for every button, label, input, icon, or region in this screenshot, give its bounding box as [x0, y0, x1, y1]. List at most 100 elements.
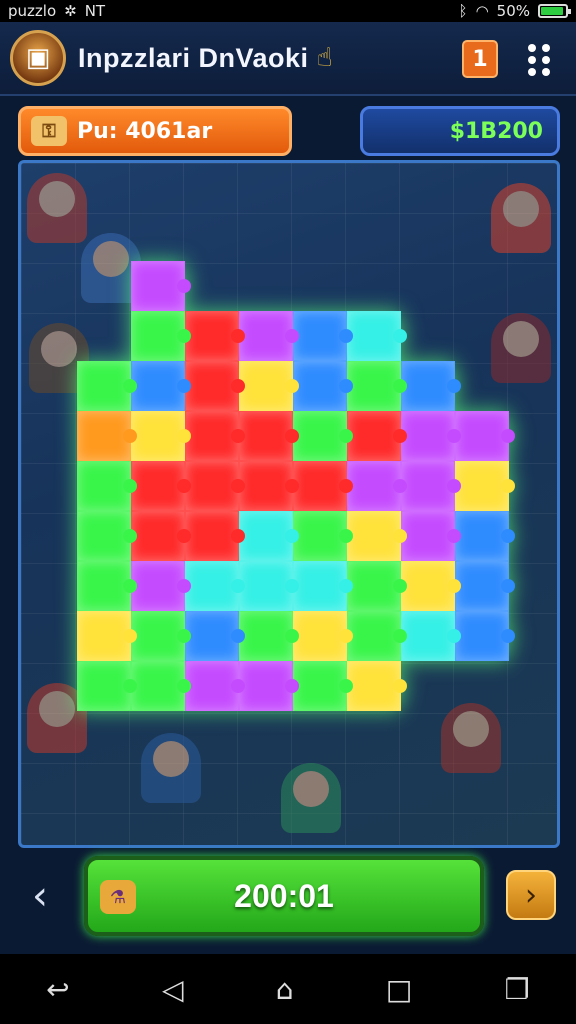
puzzle-piece[interactable] — [185, 561, 245, 611]
puzzle-piece[interactable] — [185, 461, 245, 511]
recents-icon[interactable]: □ — [386, 973, 412, 1006]
puzzle-piece[interactable] — [347, 661, 407, 711]
puzzle-piece[interactable] — [185, 511, 245, 561]
puzzle-piece[interactable] — [185, 361, 245, 411]
puzzle-piece[interactable] — [239, 461, 299, 511]
puzzle-piece[interactable] — [347, 361, 407, 411]
puzzle-grid[interactable] — [77, 261, 515, 711]
empty-slot — [401, 311, 455, 361]
puzzle-piece[interactable] — [293, 661, 353, 711]
background-character — [141, 733, 201, 803]
back-triangle-icon[interactable]: ◁ — [162, 973, 184, 1006]
chevron-right-icon[interactable]: › — [506, 870, 556, 920]
puzzle-piece[interactable] — [239, 661, 299, 711]
puzzle-piece[interactable] — [401, 511, 461, 561]
puzzle-piece[interactable] — [239, 611, 299, 661]
empty-slot — [77, 261, 131, 311]
score-panel: ⚿ Pu: 4061ar — [18, 106, 292, 156]
puzzle-piece[interactable] — [131, 461, 191, 511]
puzzle-piece[interactable] — [131, 561, 191, 611]
background-character — [281, 763, 341, 833]
multi-window-icon[interactable]: ❐ — [505, 973, 530, 1006]
status-bar: puzzlo ✲ NT ᛒ ◠ 50% — [0, 0, 576, 22]
empty-slot — [401, 261, 455, 311]
puzzle-piece[interactable] — [347, 511, 407, 561]
key-icon: ⚿ — [31, 116, 67, 146]
puzzle-piece[interactable] — [347, 561, 407, 611]
puzzle-piece[interactable] — [293, 361, 353, 411]
puzzle-piece[interactable] — [455, 561, 515, 611]
puzzle-piece[interactable] — [77, 511, 137, 561]
puzzle-piece[interactable] — [455, 611, 515, 661]
puzzle-piece[interactable] — [131, 261, 191, 311]
pointing-hand-icon: ☝ — [316, 43, 333, 73]
puzzle-piece[interactable] — [239, 361, 299, 411]
puzzle-piece[interactable] — [239, 561, 299, 611]
background-character — [27, 173, 87, 243]
empty-slot — [455, 311, 509, 361]
puzzle-piece[interactable] — [77, 611, 137, 661]
puzzle-piece[interactable] — [401, 611, 461, 661]
puzzle-piece[interactable] — [77, 561, 137, 611]
treasure-chest-icon[interactable]: ▣ — [10, 30, 66, 86]
notification-icon: ✲ — [64, 2, 77, 20]
home-icon[interactable]: ⌂ — [276, 973, 294, 1006]
chevron-left-icon[interactable]: ‹ — [20, 870, 60, 922]
puzzle-piece[interactable] — [131, 611, 191, 661]
puzzle-piece[interactable] — [455, 511, 515, 561]
background-character — [441, 703, 501, 773]
battery-icon — [538, 4, 571, 18]
puzzle-piece[interactable] — [185, 611, 245, 661]
puzzle-board[interactable] — [18, 160, 560, 848]
puzzle-piece[interactable] — [401, 411, 461, 461]
puzzle-piece[interactable] — [185, 411, 245, 461]
puzzle-piece[interactable] — [293, 511, 353, 561]
status-extra-text: NT — [84, 2, 106, 20]
puzzle-piece[interactable] — [347, 411, 407, 461]
puzzle-piece[interactable] — [401, 361, 461, 411]
puzzle-piece[interactable] — [401, 461, 461, 511]
potion-icon: ⚗ — [100, 880, 136, 914]
empty-slot — [347, 261, 401, 311]
back-icon[interactable]: ↩ — [46, 973, 69, 1006]
puzzle-piece[interactable] — [131, 311, 191, 361]
puzzle-piece[interactable] — [347, 611, 407, 661]
empty-slot — [77, 311, 131, 361]
puzzle-piece[interactable] — [347, 311, 407, 361]
coins-panel: $1B200 — [360, 106, 560, 156]
menu-dots-icon[interactable] — [528, 44, 552, 76]
puzzle-piece[interactable] — [131, 661, 191, 711]
calendar-icon[interactable]: 1 — [462, 40, 498, 78]
puzzle-piece[interactable] — [239, 511, 299, 561]
system-nav-bar: ↩ ◁ ⌂ □ ❐ — [0, 954, 576, 1024]
score-label: Pu: 4061ar — [77, 118, 213, 144]
puzzle-piece[interactable] — [131, 411, 191, 461]
puzzle-piece[interactable] — [185, 661, 245, 711]
empty-slot — [293, 261, 347, 311]
puzzle-piece[interactable] — [185, 311, 245, 361]
puzzle-piece[interactable] — [455, 461, 515, 511]
puzzle-piece[interactable] — [293, 411, 353, 461]
timer-panel: ⚗ 200:01 — [84, 856, 484, 936]
puzzle-piece[interactable] — [293, 461, 353, 511]
puzzle-piece[interactable] — [77, 661, 137, 711]
puzzle-piece[interactable] — [239, 411, 299, 461]
bluetooth-icon: ᛒ — [458, 2, 468, 20]
puzzle-piece[interactable] — [77, 461, 137, 511]
puzzle-piece[interactable] — [293, 561, 353, 611]
empty-slot — [401, 661, 455, 711]
puzzle-piece[interactable] — [77, 411, 137, 461]
battery-text: 50% — [496, 2, 530, 20]
puzzle-piece[interactable] — [239, 311, 299, 361]
puzzle-piece[interactable] — [347, 461, 407, 511]
puzzle-piece[interactable] — [293, 311, 353, 361]
background-character — [491, 183, 551, 253]
puzzle-piece[interactable] — [77, 361, 137, 411]
puzzle-piece[interactable] — [293, 611, 353, 661]
puzzle-piece[interactable] — [131, 361, 191, 411]
puzzle-piece[interactable] — [401, 561, 461, 611]
wifi-icon: ◠ — [475, 2, 489, 20]
puzzle-piece[interactable] — [455, 411, 515, 461]
puzzle-piece[interactable] — [131, 511, 191, 561]
empty-slot — [239, 261, 293, 311]
